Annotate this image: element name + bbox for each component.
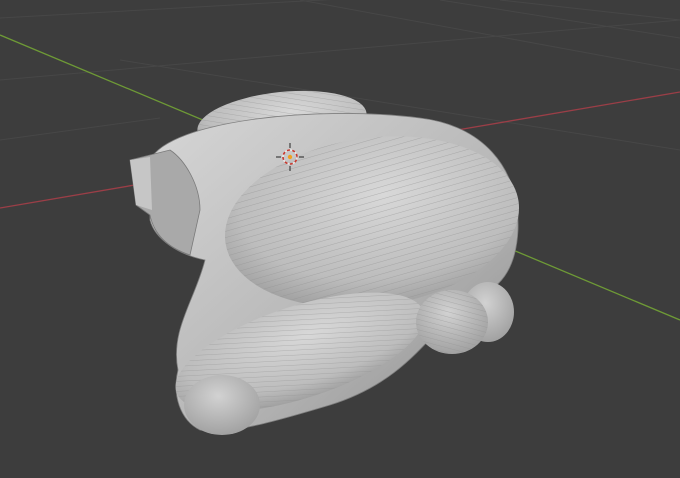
3d-viewport[interactable] (0, 0, 680, 478)
sculpted-object[interactable] (129, 83, 530, 436)
viewport-canvas[interactable] (0, 0, 680, 478)
